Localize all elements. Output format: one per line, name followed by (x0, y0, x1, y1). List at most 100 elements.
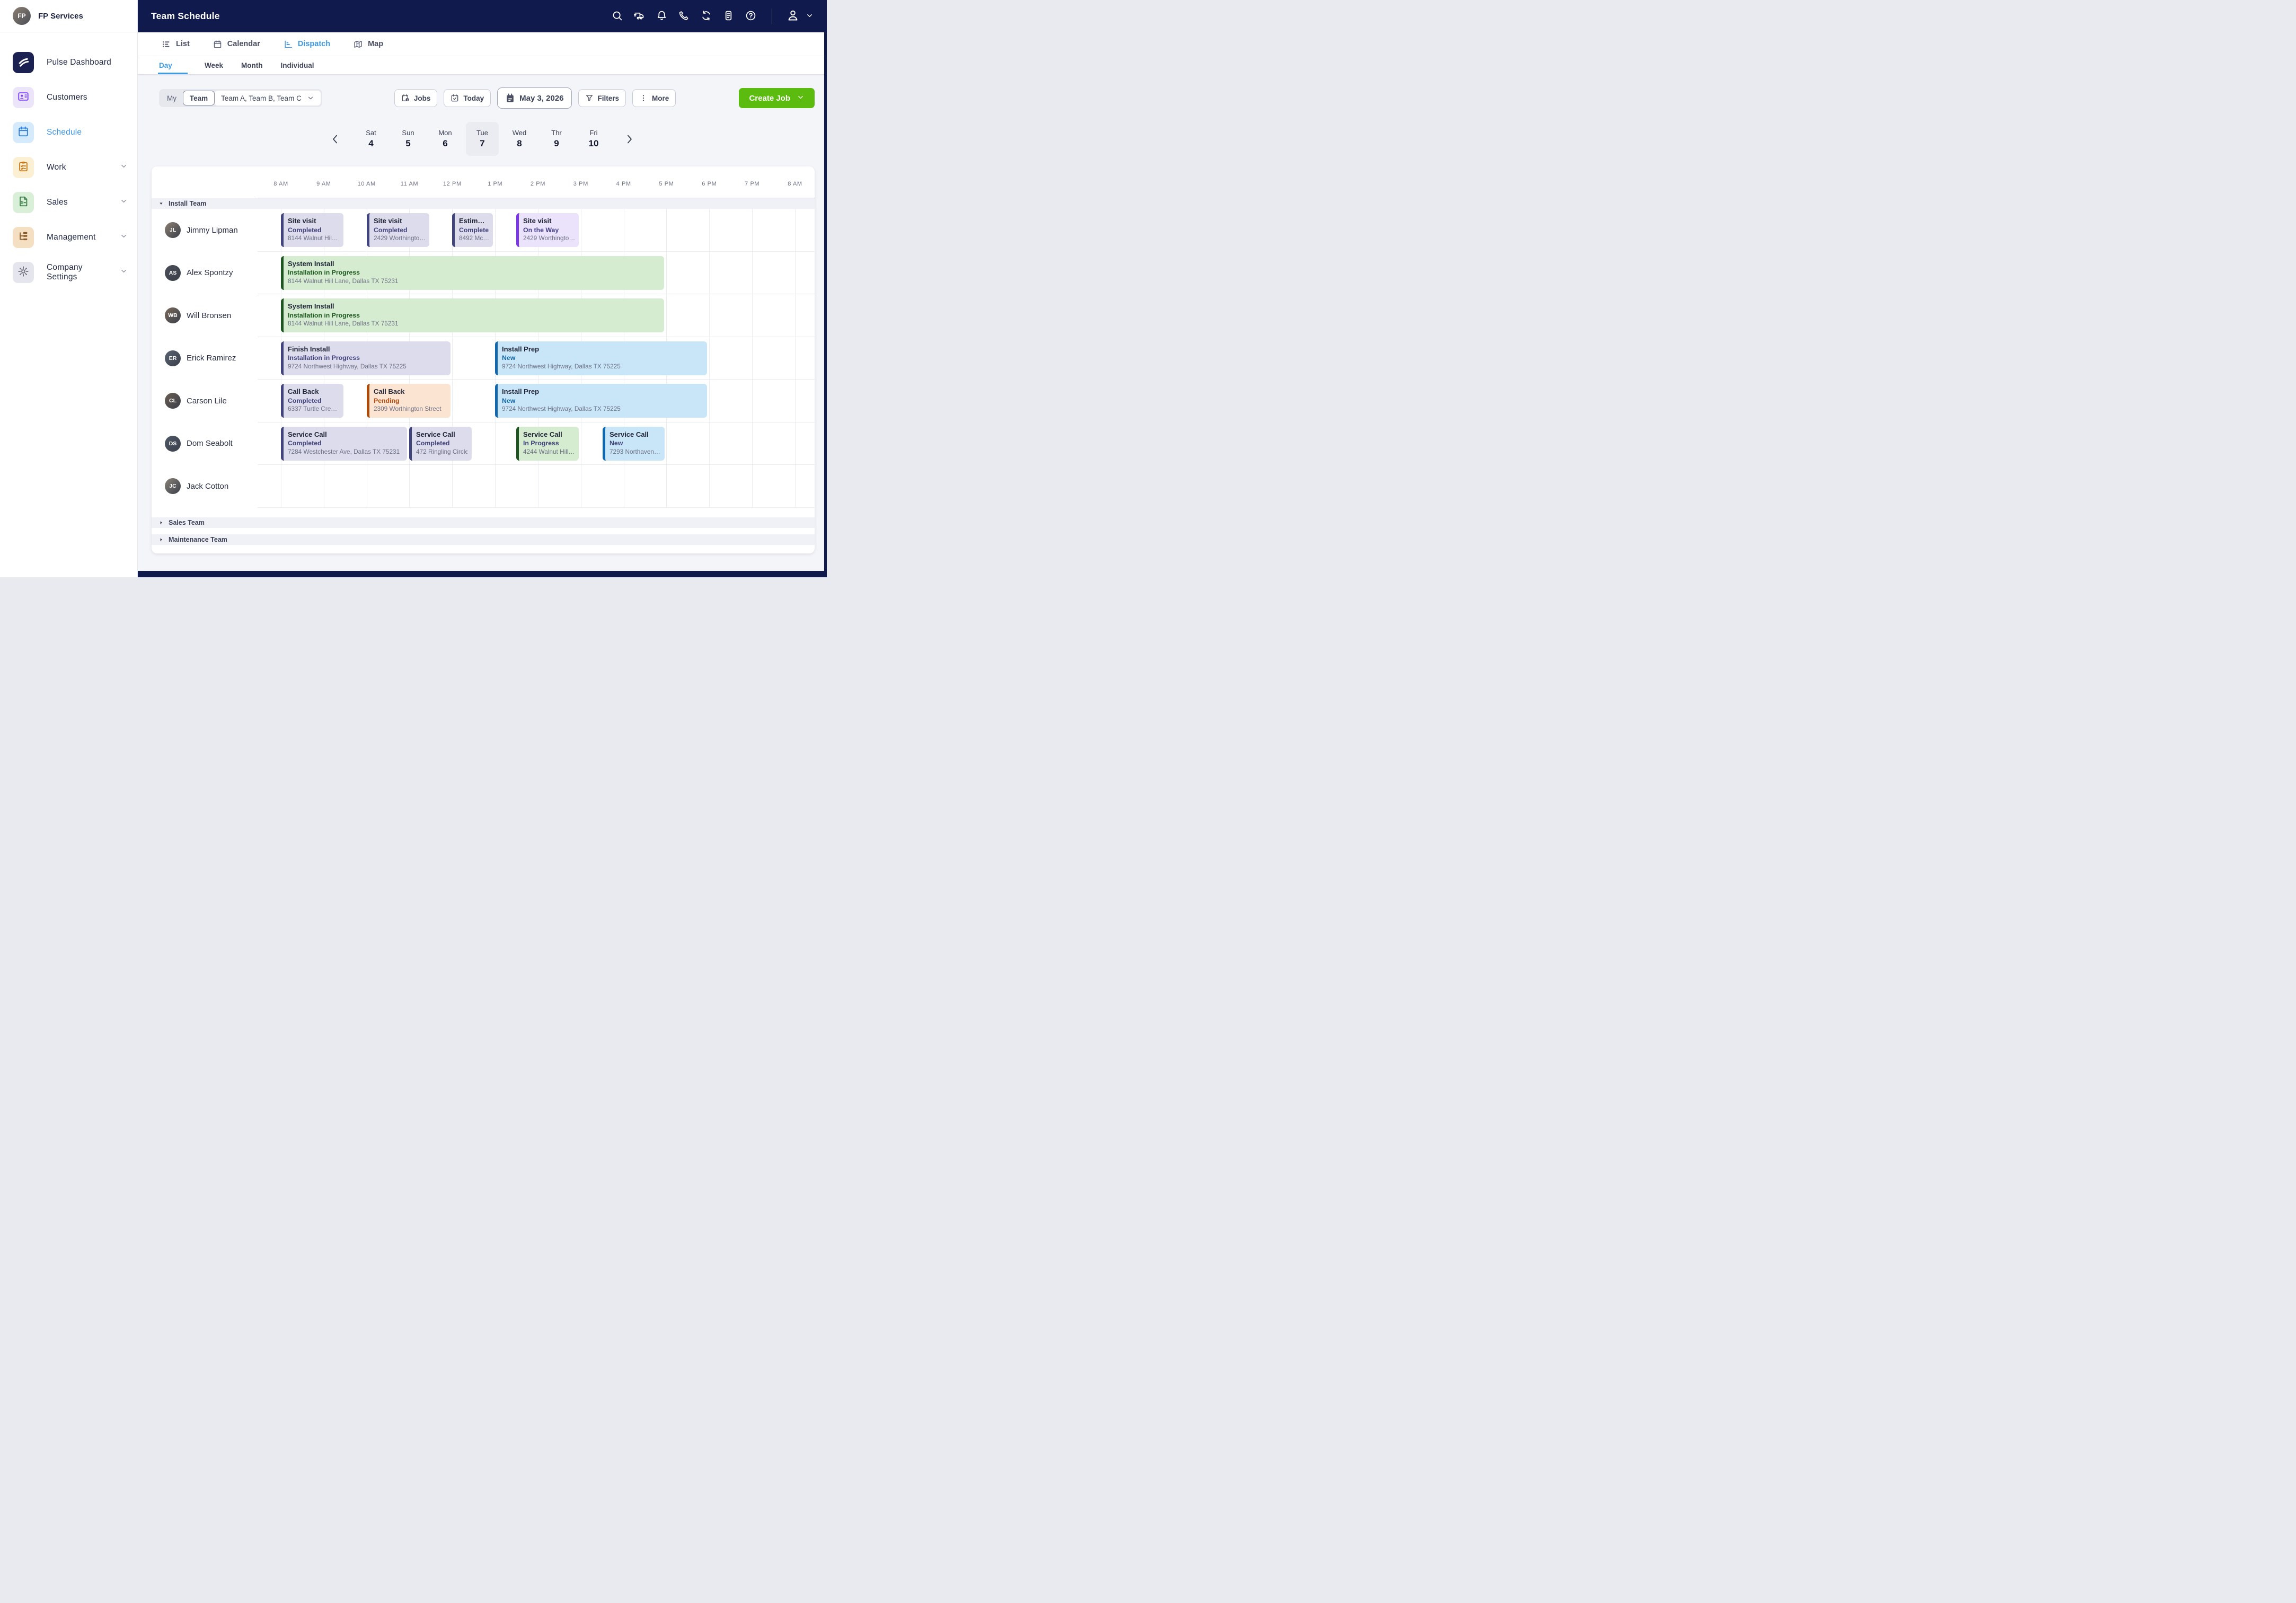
bell-button[interactable] (655, 9, 668, 24)
page-title: Team Schedule (151, 11, 220, 21)
job-title: Install Prep (502, 345, 540, 353)
triangle-right-icon (158, 520, 164, 525)
job-card-install-prep[interactable]: Install Prep New 9724 Northwest Highway, D… (495, 384, 707, 418)
schedule-grid-cell: System Install Installation in Progress 81… (258, 294, 815, 337)
help-icon (745, 10, 756, 23)
team-header-sales-team[interactable]: Sales Team (152, 517, 815, 528)
chevron-down-icon (120, 163, 128, 172)
sidebar-item-work[interactable]: Work (0, 150, 137, 185)
sidebar-item-pulse-dashboard[interactable]: Pulse Dashboard (0, 45, 137, 80)
day-wed[interactable]: Wed 8 (503, 122, 536, 156)
next-day-button[interactable] (624, 134, 635, 145)
team-filter-value: Team A, Team B, Team C (221, 94, 302, 102)
technician-name: Erick Ramirez (187, 354, 236, 363)
technician-cell[interactable]: WB Will Bronsen (152, 294, 258, 337)
funnel-icon (585, 94, 594, 102)
job-card-install-prep[interactable]: Install Prep New 9724 Northwest Highway, D… (495, 341, 707, 375)
range-tab-individual[interactable]: Individual (280, 56, 315, 74)
team-name: Maintenance Team (169, 535, 227, 543)
create-job-button[interactable]: Create Job (739, 88, 815, 108)
previous-day-button[interactable] (330, 134, 341, 145)
job-card-site-visit[interactable]: Site visit Completed 2429 Worthingto… (367, 213, 429, 247)
user-menu-button[interactable] (787, 9, 814, 23)
help-button[interactable] (744, 9, 757, 24)
job-card-estim[interactable]: Estim…Completed8492 Mc… (452, 213, 493, 247)
sidebar-item-sales[interactable]: $ Sales (0, 185, 137, 220)
tab-list[interactable]: List (162, 40, 190, 49)
range-tab-week[interactable]: Week (204, 56, 224, 74)
content: My Team Team A, Team B, Team C Jobs Today… (138, 75, 827, 577)
today-button[interactable]: Today (444, 89, 491, 107)
time-axis-label: 11 AM (400, 181, 419, 187)
day-fri[interactable]: Fri 10 (577, 122, 610, 156)
day-mon[interactable]: Mon 6 (429, 122, 462, 156)
job-card-finish-install[interactable]: Finish Install Installation in Progress 97… (281, 341, 451, 375)
team-filter-dropdown[interactable]: Team A, Team B, Team C (215, 91, 321, 105)
sidebar-item-label: Company Settings (47, 263, 83, 281)
day-thr[interactable]: Thr 9 (540, 122, 573, 156)
team-toggle-button[interactable]: Team (183, 91, 215, 105)
sidebar-item-schedule[interactable]: Schedule (0, 115, 137, 150)
technician-cell[interactable]: AS Alex Spontzy (152, 252, 258, 295)
range-tab-day[interactable]: Day (158, 56, 188, 74)
day-sun[interactable]: Sun 5 (392, 122, 425, 156)
sidebar-item-label: Management (47, 233, 96, 242)
sidebar-item-company-settings[interactable]: Company Settings (0, 255, 137, 290)
grid-hour-line (794, 380, 796, 422)
tab-map[interactable]: Map (354, 40, 383, 49)
filters-button[interactable]: Filters (578, 89, 626, 107)
range-tab-month[interactable]: Month (240, 56, 263, 74)
job-card-call-back[interactable]: Call Back Completed 6337 Turtle Cre… (281, 384, 343, 418)
grid-hour-line (794, 337, 796, 379)
day-of-week-label: Thr (551, 129, 562, 137)
team-header-maintenance-team[interactable]: Maintenance Team (152, 534, 815, 545)
notes-button[interactable] (722, 9, 735, 24)
job-status: New (502, 354, 516, 362)
team-header-install-team[interactable]: Install Team (152, 198, 815, 209)
technician-cell[interactable]: ER Erick Ramirez (152, 337, 258, 380)
my-toggle-button[interactable]: My (161, 94, 183, 102)
team-name: Install Team (169, 200, 207, 207)
technician-cell[interactable]: JC Jack Cotton (152, 465, 258, 508)
sidebar-brand[interactable]: FP FP Services (0, 0, 137, 32)
job-card-service-call[interactable]: Service Call Completed 472 Ringling Circle (409, 426, 472, 461)
phone-button[interactable] (677, 9, 691, 24)
company-name: FP Services (38, 11, 83, 21)
tab-dispatch[interactable]: Dispatch (284, 40, 330, 49)
technician-name: Jimmy Lipman (187, 225, 238, 235)
org-chart-icon (17, 231, 29, 245)
grid-hour-line (709, 465, 710, 507)
jobs-button[interactable]: Jobs (394, 89, 438, 107)
job-card-system-install[interactable]: System Install Installation in Progress 81… (281, 256, 664, 290)
job-card-site-visit[interactable]: Site visit On the Way 2429 Worthingto… (516, 213, 579, 247)
day-number: 10 (588, 138, 599, 148)
phone-icon (678, 10, 690, 23)
job-card-service-call[interactable]: Service Call New 7293 Northaven… (603, 426, 665, 461)
technician-name: Carson Lile (187, 396, 227, 406)
job-address: 7293 Northaven… (610, 447, 660, 455)
day-sat[interactable]: Sat 4 (355, 122, 387, 156)
toolbar-button-label: Filters (597, 94, 620, 102)
technician-cell[interactable]: DS Dom Seabolt (152, 422, 258, 465)
sidebar-item-customers[interactable]: Customers (0, 80, 137, 115)
sidebar-item-management[interactable]: Management (0, 220, 137, 255)
technician-cell[interactable]: JL Jimmy Lipman (152, 209, 258, 252)
sidebar-item-label: Sales (47, 198, 68, 207)
job-card-site-visit[interactable]: Site visit Completed 8144 Walnut Hil… (281, 213, 343, 247)
tab-calendar[interactable]: Calendar (213, 40, 260, 49)
job-card-service-call[interactable]: Service Call Completed 7284 Westchester Av… (281, 426, 407, 461)
job-card-service-call[interactable]: Service Call In Progress 4244 Walnut Hill… (516, 426, 579, 461)
day-tue[interactable]: Tue 7 (466, 122, 499, 156)
job-card-system-install[interactable]: System Install Installation in Progress 81… (281, 298, 664, 332)
truck-button[interactable] (633, 9, 646, 24)
technician-cell[interactable]: CL Carson Lile (152, 380, 258, 422)
more-button[interactable]: More (632, 89, 676, 107)
job-card-call-back[interactable]: Call Back Pending 2309 Worthington Street (367, 384, 451, 418)
grid-hour-line (794, 465, 796, 507)
sync-button[interactable] (700, 9, 713, 24)
chevron-down-icon (120, 198, 128, 207)
may-3-2026-button[interactable]: May 3, 2026 (497, 87, 572, 109)
grid-hour-line (666, 465, 667, 507)
day-number: 6 (443, 138, 448, 148)
search-button[interactable] (611, 9, 624, 24)
